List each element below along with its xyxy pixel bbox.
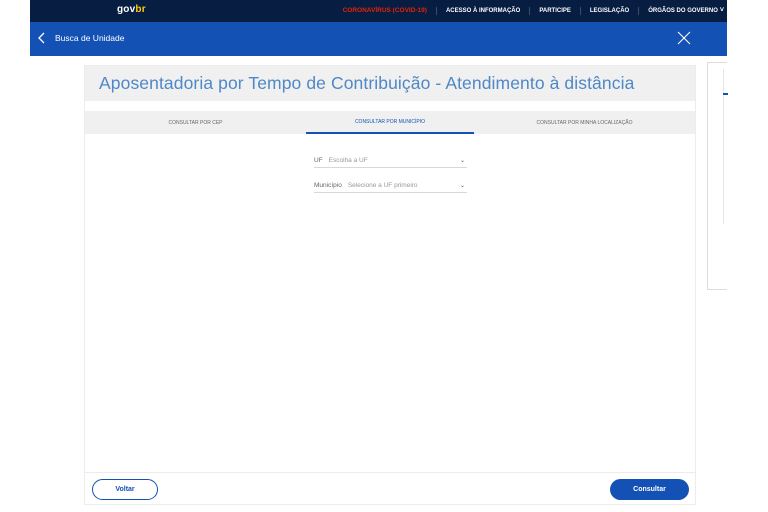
nav-legislacao-link[interactable]: LEGISLAÇÃO [581,7,640,15]
chevron-down-icon: ⌄ [459,158,465,164]
uf-label: UF [314,157,323,164]
tab-consultar-cep[interactable]: CONSULTAR POR CEP [85,111,306,134]
chevron-left-icon[interactable] [38,32,46,44]
uf-select-value: Escolha a UF [328,157,368,164]
consultar-button[interactable]: Consultar [610,479,689,500]
main-card: Aposentadoria por Tempo de Contribuição … [84,65,696,505]
nav-orgaos-link[interactable]: ÓRGÃOS DO GOVERNO ˅ [639,7,727,15]
page-title: Aposentadoria por Tempo de Contribuição … [99,73,635,93]
top-nav: CORONAVÍRUS (COVID-19) ACESSO À INFORMAÇ… [334,0,727,22]
search-tabs: CONSULTAR POR CEP CONSULTAR POR MUNICÍPI… [85,111,695,134]
back-button[interactable]: Voltar [92,479,158,500]
side-panel [707,62,728,290]
municipio-label: Município [314,182,342,189]
subheader-title: Busca de Unidade [55,33,125,43]
govbr-logo[interactable]: govbr [117,4,146,15]
chevron-down-icon: ⌄ [459,183,465,189]
tab-consultar-localizacao[interactable]: CONSULTAR POR MINHA LOCALIZAÇÃO [474,111,695,134]
chevron-down-icon: ˅ [719,7,724,14]
nav-covid-link[interactable]: CORONAVÍRUS (COVID-19) [334,7,437,15]
municipio-select[interactable]: Município Selecione a UF primeiro ⌄ [314,179,467,193]
municipio-select-value: Selecione a UF primeiro [347,182,418,189]
nav-acesso-link[interactable]: ACESSO À INFORMAÇÃO [437,7,531,15]
tab-consultar-municipio[interactable]: CONSULTAR POR MUNICÍPIO [306,111,474,134]
page-title-bar: Aposentadoria por Tempo de Contribuição … [85,66,695,101]
gov-header: govbr CORONAVÍRUS (COVID-19) ACESSO À IN… [30,0,727,22]
nav-participe-link[interactable]: PARTICIPE [530,7,581,15]
side-panel-indicator [723,93,728,95]
subheader-bar: Busca de Unidade [30,22,727,56]
footer-divider [85,472,695,473]
uf-select[interactable]: UF Escolha a UF ⌄ [314,154,467,168]
close-icon[interactable] [677,31,691,45]
